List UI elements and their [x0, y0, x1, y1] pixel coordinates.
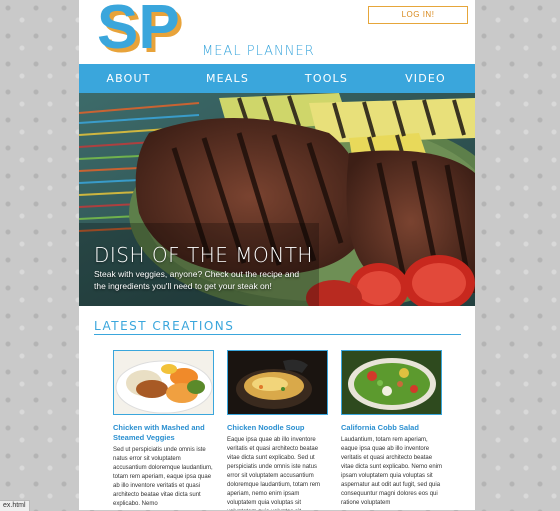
chicken-mashed-thumbnail[interactable]	[113, 350, 214, 415]
section-title: LATEST CREATIONS	[94, 319, 235, 333]
page: SP SP MEAL PLANNER LOG IN! ABOUT MEALS T…	[79, 0, 475, 510]
sp-logo[interactable]: SP SP	[93, 0, 203, 60]
hero-title: DISH OF THE MONTH	[94, 243, 313, 267]
nav-item-meals[interactable]: MEALS	[178, 72, 277, 85]
chicken-noodle-soup-thumbnail[interactable]	[227, 350, 328, 415]
logo-subtitle: MEAL PLANNER	[202, 44, 315, 59]
recipe-card[interactable]: California Cobb Salad Laudantium, totam …	[341, 350, 444, 508]
recipe-title[interactable]: Chicken with Mashed and Steamed Veggies	[113, 423, 216, 443]
recipe-card[interactable]: Chicken with Mashed and Steamed Veggies …	[113, 350, 216, 509]
cobb-salad-thumbnail[interactable]	[341, 350, 442, 415]
nav-item-about[interactable]: ABOUT	[79, 72, 178, 85]
recipe-title[interactable]: California Cobb Salad	[341, 423, 444, 433]
login-button[interactable]: LOG IN!	[368, 6, 468, 24]
recipe-description: Sed ut perspiciatis unde omnis iste natu…	[113, 447, 213, 507]
svg-text:SP: SP	[97, 0, 180, 60]
recipe-description: Laudantium, totam rem aperiam, eaque ips…	[341, 437, 443, 506]
recipe-description: Eaque ipsa quae ab illo inventore verita…	[227, 437, 321, 510]
nav-item-tools[interactable]: TOOLS	[277, 72, 376, 85]
status-bar-url: ex.html	[0, 500, 30, 511]
hero-caption: Steak with veggies, anyone? Check out th…	[94, 269, 300, 291]
main-nav: ABOUT MEALS TOOLS VIDEO	[79, 64, 475, 93]
recipe-title[interactable]: Chicken Noodle Soup	[227, 423, 330, 433]
hero-banner[interactable]: DISH OF THE MONTH Steak with veggies, an…	[79, 93, 475, 306]
nav-item-video[interactable]: VIDEO	[376, 72, 475, 85]
section-divider	[94, 334, 461, 335]
recipe-card[interactable]: Chicken Noodle Soup Eaque ipsa quae ab i…	[227, 350, 330, 510]
